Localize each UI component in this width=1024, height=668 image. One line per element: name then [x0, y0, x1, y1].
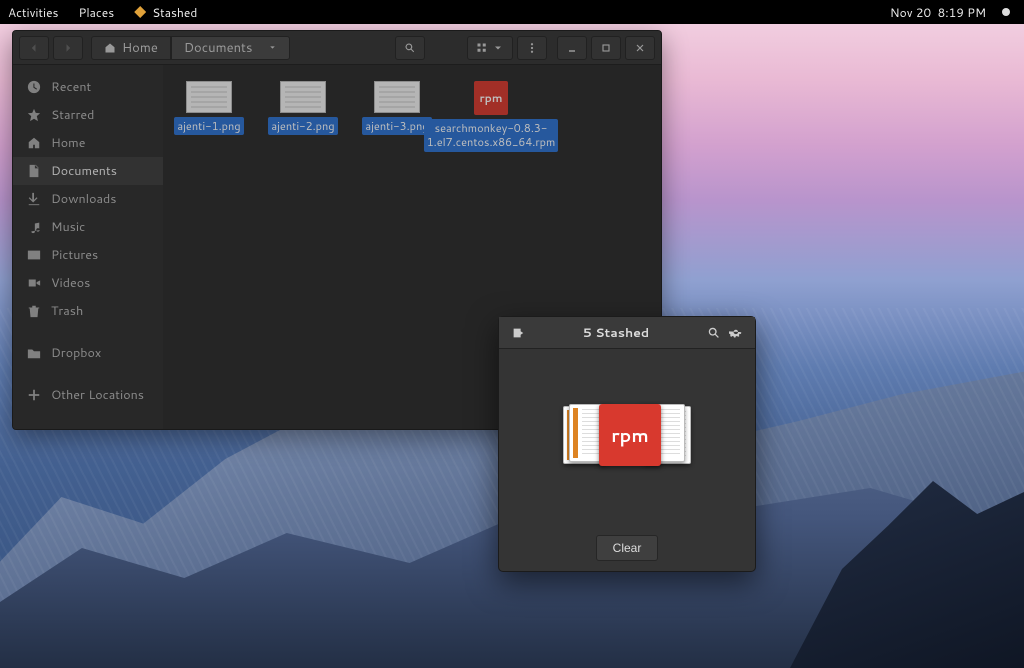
star-icon	[27, 108, 41, 122]
search-button[interactable]	[395, 36, 425, 60]
sidebar-item-downloads[interactable]: Downloads	[13, 185, 163, 213]
stash-pile[interactable]: rpm	[563, 402, 691, 472]
file-label: ajenti-3.png	[362, 117, 431, 135]
app-menu-label: Stashed	[152, 4, 197, 21]
stash-headerbar: 5 Stashed	[499, 317, 755, 349]
file-label: searchmonkey-0.8.3-1.el7.centos.x86_64.r…	[424, 119, 559, 152]
back-button[interactable]	[19, 36, 49, 60]
sidebar-item-trash[interactable]: Trash	[13, 297, 163, 325]
stashed-app-icon	[134, 6, 146, 18]
hamburger-menu-button[interactable]	[517, 36, 547, 60]
file-label: ajenti-2.png	[268, 117, 337, 135]
clear-button[interactable]: Clear	[596, 535, 659, 561]
sidebar-item-music[interactable]: Music	[13, 213, 163, 241]
video-icon	[27, 276, 41, 290]
file-item[interactable]: ajenti-2.png	[265, 81, 341, 135]
minimize-button[interactable]	[557, 36, 587, 60]
sidebar-item-label: Recent	[51, 78, 91, 96]
forward-button[interactable]	[53, 36, 83, 60]
view-toggle-button[interactable]	[467, 36, 513, 60]
plus-icon	[27, 388, 41, 402]
image-thumbnail	[374, 81, 420, 113]
stash-title: 5 Stashed	[529, 324, 703, 342]
image-thumbnail	[186, 81, 232, 113]
rpm-icon: rpm	[599, 404, 661, 466]
sidebar-item-dropbox[interactable]: Dropbox	[13, 339, 163, 367]
clock-icon	[27, 80, 41, 94]
file-item[interactable]: ajenti-1.png	[171, 81, 247, 135]
status-indicator-icon[interactable]	[1002, 8, 1010, 16]
sidebar-item-label: Trash	[51, 302, 83, 320]
places-menu[interactable]: Places	[79, 4, 115, 21]
sidebar-item-label: Documents	[51, 162, 117, 180]
app-menu[interactable]: Stashed	[134, 4, 197, 21]
sidebar-item-label: Dropbox	[51, 344, 101, 362]
image-thumbnail	[280, 81, 326, 113]
maximize-button[interactable]	[591, 36, 621, 60]
stash-search-button[interactable]	[703, 322, 725, 344]
file-item[interactable]: rpmsearchmonkey-0.8.3-1.el7.centos.x86_6…	[453, 81, 529, 152]
close-button[interactable]	[625, 36, 655, 60]
files-headerbar: Home Documents	[13, 31, 661, 65]
sidebar-item-other-locations[interactable]: Other Locations	[13, 381, 163, 409]
folder-icon	[27, 346, 41, 360]
doc-icon	[27, 164, 41, 178]
sidebar-item-recent[interactable]: Recent	[13, 73, 163, 101]
picture-icon	[27, 248, 41, 262]
music-icon	[27, 220, 41, 234]
sidebar-item-label: Music	[51, 218, 85, 236]
path-seg-current[interactable]: Documents	[171, 36, 290, 60]
sidebar-item-label: Videos	[51, 274, 90, 292]
sidebar-item-home[interactable]: Home	[13, 129, 163, 157]
download-icon	[27, 192, 41, 206]
files-sidebar: Recent Starred Home Documents Downloads Music…	[13, 65, 163, 429]
stash-popover: 5 Stashed rpm Clear	[498, 316, 756, 572]
sidebar-item-starred[interactable]: Starred	[13, 101, 163, 129]
stash-content[interactable]: rpm	[499, 349, 755, 525]
stash-settings-button[interactable]	[725, 322, 747, 344]
gnome-top-bar: Activities Places Stashed Nov 20 8:19 PM	[0, 0, 1024, 24]
sidebar-item-pictures[interactable]: Pictures	[13, 241, 163, 269]
home-icon	[27, 136, 41, 150]
activities-button[interactable]: Activities	[8, 4, 59, 21]
sidebar-item-label: Starred	[51, 106, 94, 124]
stash-restore-button[interactable]	[507, 322, 529, 344]
trash-icon	[27, 304, 41, 318]
sidebar-item-videos[interactable]: Videos	[13, 269, 163, 297]
sidebar-item-label: Pictures	[51, 246, 98, 264]
sidebar-item-label: Other Locations	[51, 386, 144, 404]
sidebar-item-documents[interactable]: Documents	[13, 157, 163, 185]
path-seg-home[interactable]: Home	[91, 36, 171, 60]
sidebar-item-label: Downloads	[51, 190, 116, 208]
rpm-icon: rpm	[474, 81, 508, 115]
path-bar: Home Documents	[91, 36, 290, 60]
sidebar-item-label: Home	[51, 134, 85, 152]
clock[interactable]: Nov 20 8:19 PM	[890, 4, 986, 21]
file-label: ajenti-1.png	[174, 117, 243, 135]
